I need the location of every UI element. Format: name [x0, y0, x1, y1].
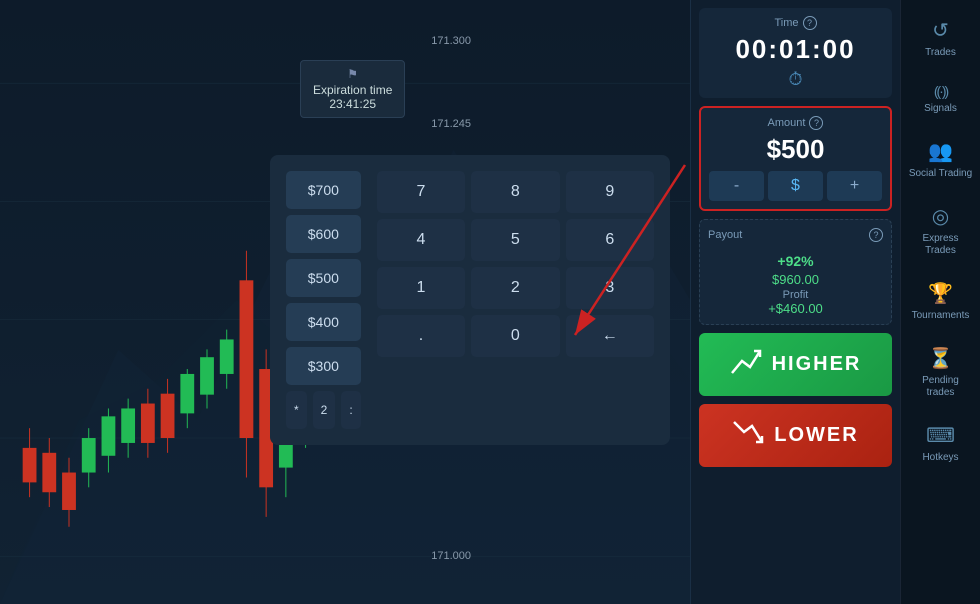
profit-label: Profit: [708, 289, 883, 301]
key-1[interactable]: 1: [377, 267, 465, 309]
sidebar-item-social-trading[interactable]: 👥 Social Trading: [901, 129, 980, 190]
price-top: 171.300: [431, 35, 475, 47]
higher-label: HIGHER: [772, 353, 862, 376]
payout-label: Payout: [708, 229, 742, 241]
amount-700[interactable]: $700: [286, 171, 361, 209]
payout-header: Payout ?: [708, 228, 883, 242]
amount-minus-btn[interactable]: -: [709, 171, 764, 201]
key-colon[interactable]: :: [341, 391, 360, 429]
price-mid: 171.245: [431, 118, 475, 130]
trades-label: Trades: [925, 47, 956, 59]
amount-plus-btn[interactable]: +: [827, 171, 882, 201]
price-bot: 171.000: [431, 550, 475, 562]
lower-label: LOWER: [774, 424, 858, 447]
express-trades-label: Express Trades: [907, 233, 974, 257]
chart-area: Expiration time 23:41:25 171.300 171.245…: [0, 0, 690, 604]
trading-panel: Time ? 00:01:00 ⏱ Amount ? $500 - $ + Pa…: [690, 0, 900, 604]
key-star[interactable]: *: [286, 391, 307, 429]
clock-icon[interactable]: ⏱: [707, 69, 884, 90]
key-5[interactable]: 5: [471, 219, 559, 261]
key-8[interactable]: 8: [471, 171, 559, 213]
pending-trades-label: Pending trades: [907, 375, 974, 399]
amount-500[interactable]: $500: [286, 259, 361, 297]
right-sidebar: ↺ Trades ((·)) Signals 👥 Social Trading …: [900, 0, 980, 604]
expiration-time: 23:41:25: [329, 97, 376, 111]
tournaments-label: Tournaments: [912, 310, 970, 322]
payout-percent: +92%: [708, 246, 883, 272]
time-value: 00:01:00: [707, 34, 884, 65]
sidebar-item-hotkeys[interactable]: ⌨ Hotkeys: [901, 413, 980, 474]
amount-dollar-btn[interactable]: $: [768, 171, 823, 201]
trades-icon: ↺: [932, 18, 949, 43]
pending-trades-icon: ⏳: [928, 346, 953, 371]
key-0[interactable]: 0: [471, 315, 559, 357]
number-grid: 7 8 9 4 5 6 1 2 3 . 0 ←: [377, 171, 654, 429]
key-6[interactable]: 6: [566, 219, 654, 261]
amount-controls: - $ +: [709, 171, 882, 201]
signals-label: Signals: [924, 103, 957, 115]
amount-400[interactable]: $400: [286, 303, 361, 341]
time-section: Time ? 00:01:00 ⏱: [699, 8, 892, 98]
key-7[interactable]: 7: [377, 171, 465, 213]
payout-info-icon[interactable]: ?: [869, 228, 883, 242]
keypad-overlay: $700 $600 $500 $400 $300 * 2 : 7 8 9: [270, 155, 670, 445]
express-trades-icon: ◎: [932, 204, 949, 229]
key-2-small[interactable]: 2: [313, 391, 336, 429]
key-2[interactable]: 2: [471, 267, 559, 309]
sidebar-item-pending-trades[interactable]: ⏳ Pending trades: [901, 336, 980, 409]
higher-button[interactable]: HIGHER: [699, 333, 892, 396]
time-info-icon[interactable]: ?: [803, 16, 817, 30]
amount-value[interactable]: $500: [709, 134, 882, 165]
trend-up-icon: [730, 347, 762, 382]
profit-amount: +$460.00: [708, 301, 883, 316]
tournaments-icon: 🏆: [928, 281, 953, 306]
time-label: Time ?: [707, 16, 884, 30]
expiration-tooltip: Expiration time 23:41:25: [300, 60, 405, 118]
social-trading-label: Social Trading: [909, 168, 972, 180]
expiration-label: Expiration time: [313, 83, 392, 97]
payout-section: Payout ? +92% $960.00 Profit +$460.00: [699, 219, 892, 325]
key-3[interactable]: 3: [566, 267, 654, 309]
key-backspace[interactable]: ←: [566, 315, 654, 357]
amount-presets: $700 $600 $500 $400 $300 * 2 :: [286, 171, 361, 429]
sidebar-item-tournaments[interactable]: 🏆 Tournaments: [901, 271, 980, 332]
amount-label: Amount ?: [709, 116, 882, 130]
amount-section: Amount ? $500 - $ +: [699, 106, 892, 211]
signals-icon: ((·)): [934, 83, 947, 99]
sidebar-item-signals[interactable]: ((·)) Signals: [901, 73, 980, 125]
trend-down-icon: [732, 418, 764, 453]
amount-300[interactable]: $300: [286, 347, 361, 385]
social-trading-icon: 👥: [928, 139, 953, 164]
key-4[interactable]: 4: [377, 219, 465, 261]
hotkeys-icon: ⌨: [926, 423, 955, 448]
key-9[interactable]: 9: [566, 171, 654, 213]
key-dot[interactable]: .: [377, 315, 465, 357]
amount-info-icon[interactable]: ?: [809, 116, 823, 130]
sidebar-item-trades[interactable]: ↺ Trades: [901, 8, 980, 69]
amount-600[interactable]: $600: [286, 215, 361, 253]
lower-button[interactable]: LOWER: [699, 404, 892, 467]
hotkeys-label: Hotkeys: [922, 452, 958, 464]
payout-amount: $960.00: [708, 272, 883, 287]
sidebar-item-express-trades[interactable]: ◎ Express Trades: [901, 194, 980, 267]
